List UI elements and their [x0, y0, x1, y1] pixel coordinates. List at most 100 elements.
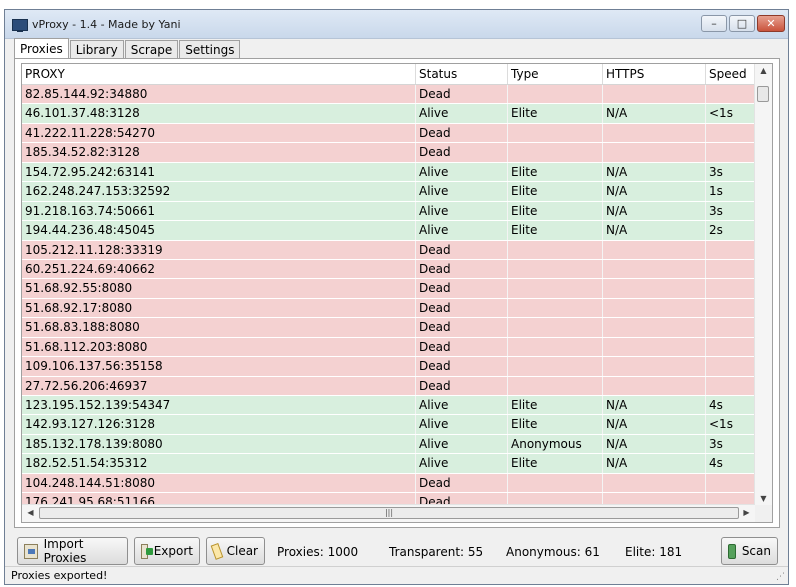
table-row[interactable]: 182.52.51.54:35312 Alive Elite N/A 4s	[22, 454, 762, 474]
cell-proxy: 51.68.83.188:8080	[22, 318, 416, 337]
cell-proxy: 142.93.127.126:3128	[22, 415, 416, 434]
cell-status: Dead	[416, 298, 508, 318]
tab-proxies[interactable]: Proxies	[14, 38, 69, 59]
cell-speed: <1s	[706, 415, 755, 434]
horizontal-scroll-thumb[interactable]: |||	[39, 507, 739, 519]
table-row[interactable]: 185.132.178.139:8080 Alive Anonymous N/A 3s	[22, 434, 762, 455]
maximize-button[interactable]: □	[729, 15, 755, 32]
tab-scrape[interactable]: Scrape	[124, 40, 179, 59]
table-row[interactable]: 60.251.224.69:40662 Dead	[22, 259, 762, 280]
table-row[interactable]: 185.34.52.82:3128 Dead	[22, 143, 762, 163]
table-row[interactable]: 51.68.92.55:8080 Dead	[22, 279, 762, 299]
table-row[interactable]: 105.212.11.128:33319 Dead	[22, 240, 762, 260]
scroll-up-icon[interactable]: ▲	[755, 66, 772, 75]
column-header-proxy[interactable]: PROXY	[22, 64, 416, 84]
cell-speed: 2s	[706, 221, 755, 240]
column-header-speed[interactable]: Speed	[706, 64, 755, 84]
cell-type	[508, 123, 603, 143]
cell-status: Alive	[416, 454, 508, 473]
cell-status: Dead	[416, 473, 508, 493]
import-proxies-button[interactable]: Import Proxies	[17, 537, 128, 565]
cell-type: Anonymous	[508, 434, 603, 454]
cell-proxy: 51.68.92.17:8080	[22, 298, 416, 318]
cell-type: Elite	[508, 396, 603, 415]
cell-speed	[706, 240, 755, 259]
cell-speed: 3s	[706, 434, 755, 454]
table-row[interactable]: 109.106.137.56:35158 Dead	[22, 357, 762, 377]
table-row[interactable]: 154.72.95.242:63141 Alive Elite N/A 3s	[22, 162, 762, 183]
tab-settings[interactable]: Settings	[179, 40, 241, 59]
cell-proxy: 27.72.56.206:46937	[22, 376, 416, 395]
tab-strip: Proxies Library Scrape Settings	[14, 38, 241, 59]
cell-https: N/A	[603, 454, 706, 473]
table-body: 82.85.144.92:34880 Dead 46.101.37.48:3128 A…	[22, 85, 762, 513]
cell-https: N/A	[603, 162, 706, 182]
cell-type: Elite	[508, 415, 603, 434]
table-row[interactable]: 51.68.112.203:8080 Dead	[22, 337, 762, 358]
cell-proxy: 162.248.247.153:32592	[22, 182, 416, 201]
title-bar[interactable]: vProxy - 1.4 - Made by Yani – □ ✕	[5, 10, 788, 39]
cell-https	[603, 298, 706, 318]
minimize-button[interactable]: –	[701, 15, 727, 32]
table-row[interactable]: 51.68.92.17:8080 Dead	[22, 298, 762, 319]
export-icon	[141, 543, 153, 559]
proxies-panel: PROXY Status Type HTTPS Speed 82.85.144.…	[14, 58, 780, 528]
table-row[interactable]: 194.44.236.48:45045 Alive Elite N/A 2s	[22, 221, 762, 241]
cell-https	[603, 337, 706, 357]
column-header-https[interactable]: HTTPS	[603, 64, 706, 84]
cell-type	[508, 473, 603, 493]
table-row[interactable]: 82.85.144.92:34880 Dead	[22, 85, 762, 105]
column-header-type[interactable]: Type	[508, 64, 603, 84]
cell-type	[508, 85, 603, 104]
resize-grip-icon[interactable]: ⋰	[776, 572, 785, 582]
table-row[interactable]: 162.248.247.153:32592 Alive Elite N/A 1s	[22, 182, 762, 202]
close-button[interactable]: ✕	[757, 15, 785, 32]
table-row[interactable]: 46.101.37.48:3128 Alive Elite N/A <1s	[22, 104, 762, 124]
column-header-status[interactable]: Status	[416, 64, 508, 84]
horizontal-scrollbar[interactable]: ◀ ||| ▶	[22, 504, 755, 522]
stat-anonymous: Anonymous: 61	[506, 545, 600, 559]
scroll-right-icon[interactable]: ▶	[738, 508, 755, 517]
proxy-table[interactable]: PROXY Status Type HTTPS Speed 82.85.144.…	[21, 63, 773, 523]
stat-elite-value: 181	[659, 545, 683, 559]
import-proxies-label: Import Proxies	[43, 537, 87, 565]
stat-anonymous-value: 61	[584, 545, 600, 559]
tab-library[interactable]: Library	[69, 40, 124, 59]
cell-status: Alive	[416, 221, 508, 240]
cell-https: N/A	[603, 201, 706, 221]
table-row[interactable]: 91.218.163.74:50661 Alive Elite N/A 3s	[22, 201, 762, 222]
scroll-down-icon[interactable]: ▼	[755, 494, 772, 503]
cell-proxy: 82.85.144.92:34880	[22, 85, 416, 104]
eraser-icon	[210, 542, 223, 560]
table-row[interactable]: 41.222.11.228:54270 Dead	[22, 123, 762, 144]
table-row[interactable]: 104.248.144.51:8080 Dead	[22, 473, 762, 494]
cell-status: Dead	[416, 279, 508, 298]
scan-button[interactable]: Scan	[721, 537, 778, 565]
cell-https	[603, 473, 706, 493]
cell-status: Dead	[416, 123, 508, 143]
clear-button[interactable]: Clear	[206, 537, 265, 565]
cell-speed	[706, 337, 755, 357]
vertical-scrollbar[interactable]: ▲ ▼	[754, 64, 772, 505]
cell-proxy: 185.34.52.82:3128	[22, 143, 416, 162]
cell-https	[603, 318, 706, 337]
table-row[interactable]: 27.72.56.206:46937 Dead	[22, 376, 762, 396]
cell-speed	[706, 318, 755, 337]
cell-proxy: 46.101.37.48:3128	[22, 104, 416, 123]
table-row[interactable]: 51.68.83.188:8080 Dead	[22, 318, 762, 338]
export-button[interactable]: Export	[134, 537, 200, 565]
table-row[interactable]: 142.93.127.126:3128 Alive Elite N/A <1s	[22, 415, 762, 435]
cell-proxy: 91.218.163.74:50661	[22, 201, 416, 221]
cell-https	[603, 357, 706, 376]
cell-https	[603, 376, 706, 395]
minimize-icon: –	[711, 17, 717, 30]
scroll-left-icon[interactable]: ◀	[22, 508, 39, 517]
stat-elite-label: Elite:	[625, 545, 656, 559]
table-row[interactable]: 123.195.152.139:54347 Alive Elite N/A 4s	[22, 396, 762, 416]
cell-status: Alive	[416, 104, 508, 123]
cell-speed	[706, 279, 755, 298]
window-title: vProxy - 1.4 - Made by Yani	[32, 18, 181, 31]
vertical-scroll-thumb[interactable]	[757, 86, 769, 102]
cell-status: Alive	[416, 201, 508, 221]
cell-speed: 3s	[706, 201, 755, 221]
